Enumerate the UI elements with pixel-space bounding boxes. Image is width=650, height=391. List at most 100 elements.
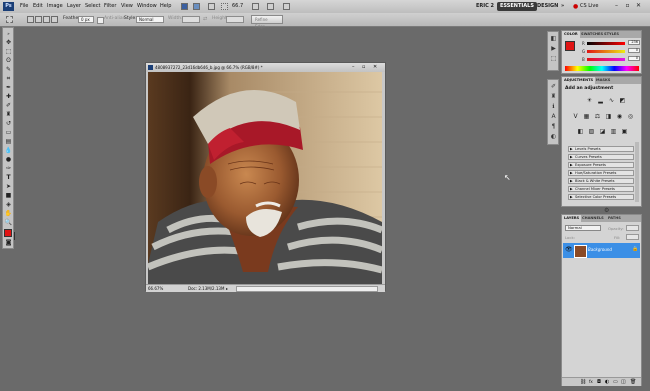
swap-dimensions-icon[interactable]: ⇄ xyxy=(203,17,208,22)
zoom-percentage[interactable]: 66.67% xyxy=(148,285,163,292)
channel-g-value[interactable]: 0 xyxy=(628,48,640,53)
photo-filter-icon[interactable]: ◉ xyxy=(616,113,623,120)
channel-r-slider[interactable] xyxy=(587,42,625,45)
info-panel-icon[interactable]: ℹ xyxy=(550,103,557,110)
menu-layer[interactable]: Layer xyxy=(67,3,81,9)
marquee-tool-preset-icon[interactable] xyxy=(6,16,13,23)
tab-layers[interactable]: LAYERS xyxy=(562,215,582,222)
move-tool-icon[interactable]: ✥ xyxy=(4,39,13,47)
layer-visibility-eye-icon[interactable]: 👁 xyxy=(565,246,573,253)
tab-masks[interactable]: MASKS xyxy=(594,77,612,84)
fx-icon[interactable]: fx xyxy=(589,379,593,384)
brush-tool-icon[interactable]: ✐ xyxy=(4,102,13,110)
adjustment-icon[interactable]: ◐ xyxy=(605,379,609,385)
height-input[interactable] xyxy=(226,16,244,23)
history-brush-tool-icon[interactable]: ↺ xyxy=(4,120,13,128)
type-tool-icon[interactable]: T xyxy=(4,174,13,182)
navigator-panel-icon[interactable]: ⬚ xyxy=(550,55,557,62)
layer-name[interactable]: Background xyxy=(588,247,612,252)
maximize-button[interactable]: ▫ xyxy=(623,2,632,10)
document-titlebar[interactable]: 4808937272_23d16db646_b.jpg @ 66.7% (RGB… xyxy=(146,63,385,72)
document-size-info[interactable]: Doc: 2.13M/2.13M xyxy=(188,285,224,292)
menu-select[interactable]: Select xyxy=(85,3,100,9)
status-menu-arrow-icon[interactable]: ▸ xyxy=(226,285,228,292)
eraser-tool-icon[interactable]: ▭ xyxy=(4,129,13,137)
preset-hue-saturation[interactable]: ▶ Hue/Saturation Presets xyxy=(568,170,634,176)
intersect-selection-icon[interactable] xyxy=(51,16,58,23)
workspace-essentials[interactable]: ESSENTIALS xyxy=(497,2,537,11)
trash-icon[interactable]: 🗑 xyxy=(630,379,636,385)
new-layer-icon[interactable]: ◫ xyxy=(621,379,626,385)
doc-minimize-button[interactable]: – xyxy=(352,63,355,72)
marquee-tool-icon[interactable]: ⬚ xyxy=(4,48,13,56)
quick-mask-icon[interactable]: ◙ xyxy=(4,239,13,247)
healing-brush-tool-icon[interactable]: ✚ xyxy=(4,93,13,101)
arrange-documents-icon[interactable] xyxy=(267,3,274,10)
width-input[interactable] xyxy=(182,16,200,23)
color-balance-icon[interactable]: ⚖ xyxy=(594,113,601,120)
antialias-checkbox[interactable] xyxy=(97,17,104,24)
view-extras-icon[interactable] xyxy=(208,3,215,10)
cslive-label[interactable]: CS Live xyxy=(580,3,598,9)
vibrance-icon[interactable]: V xyxy=(572,113,579,120)
adjustment-options-icon[interactable]: ⚙ xyxy=(604,207,609,214)
style-select[interactable]: Normal xyxy=(136,16,164,23)
presets-scrollbar[interactable] xyxy=(635,142,639,202)
dodge-tool-icon[interactable]: ● xyxy=(4,156,13,164)
color-foreground-swatch[interactable] xyxy=(565,41,575,51)
subtract-selection-icon[interactable] xyxy=(43,16,50,23)
doc-close-button[interactable]: ✕ xyxy=(373,63,377,72)
color-spectrum-bar[interactable] xyxy=(565,66,639,71)
actions-panel-icon[interactable]: ▶ xyxy=(550,45,557,52)
photo-canvas[interactable] xyxy=(148,72,382,285)
preset-levels[interactable]: ▶ Levels Presets xyxy=(568,146,634,152)
link-icon[interactable]: ⛓ xyxy=(580,379,586,385)
collapse-tools-icon[interactable]: » xyxy=(4,30,13,38)
preset-selective-color[interactable]: ▶ Selective Color Presets xyxy=(568,194,634,200)
folder-icon[interactable]: ▭ xyxy=(613,379,618,385)
zoom-level-value[interactable]: 66.7 xyxy=(232,3,243,9)
channel-mixer-icon[interactable]: ◎ xyxy=(627,113,634,120)
channel-r-value[interactable]: 236 xyxy=(628,40,640,45)
preset-exposure[interactable]: ▶ Exposure Presets xyxy=(568,162,634,168)
character-panel-icon[interactable]: A xyxy=(550,113,557,120)
channel-b-slider[interactable] xyxy=(587,58,625,61)
menu-image[interactable]: Image xyxy=(47,3,63,9)
invert-icon[interactable]: ◧ xyxy=(577,128,584,135)
threshold-icon[interactable]: ◪ xyxy=(599,128,606,135)
tab-channels[interactable]: CHANNELS xyxy=(580,215,606,222)
more-workspaces-icon[interactable]: » xyxy=(558,2,567,11)
bridge-icon[interactable] xyxy=(181,3,188,10)
screen-mode-icon[interactable] xyxy=(283,3,290,10)
pen-tool-icon[interactable]: ✑ xyxy=(4,165,13,173)
tab-styles[interactable]: STYLES xyxy=(602,31,621,38)
tab-paths[interactable]: PATHS xyxy=(606,215,623,222)
gradient-tool-icon[interactable]: ▤ xyxy=(4,138,13,146)
hue-saturation-icon[interactable]: ▦ xyxy=(583,113,590,120)
levels-icon[interactable]: ▂ xyxy=(597,97,604,104)
doc-maximize-button[interactable]: ▫ xyxy=(362,63,365,72)
blur-tool-icon[interactable]: 💧 xyxy=(4,147,13,155)
hand-tool-icon[interactable] xyxy=(252,3,259,10)
menu-filter[interactable]: Filter xyxy=(104,3,116,9)
channel-g-slider[interactable] xyxy=(587,50,625,53)
minimize-button[interactable]: – xyxy=(612,2,621,10)
menu-file[interactable]: File xyxy=(20,3,28,9)
refine-edge-button[interactable]: Refine Edge... xyxy=(251,15,283,29)
new-selection-icon[interactable] xyxy=(27,16,34,23)
cslive-icon[interactable]: ● xyxy=(573,3,578,10)
channel-b-value[interactable]: 0 xyxy=(628,56,640,61)
hand-tool-icon[interactable]: ✋ xyxy=(4,210,13,218)
tab-color[interactable]: COLOR xyxy=(562,31,580,38)
selective-color-icon[interactable]: ▣ xyxy=(621,128,628,135)
horizontal-scrollbar[interactable] xyxy=(236,286,378,292)
eyedropper-tool-icon[interactable]: ✒ xyxy=(4,84,13,92)
black-white-icon[interactable]: ◨ xyxy=(605,113,612,120)
preset-channel-mixer[interactable]: ▶ Channel Mixer Presets xyxy=(568,186,634,192)
add-selection-icon[interactable] xyxy=(35,16,42,23)
clone-stamp-tool-icon[interactable]: ♜ xyxy=(4,111,13,119)
fill-input[interactable] xyxy=(626,234,639,240)
exposure-icon[interactable]: ◩ xyxy=(619,97,626,104)
menu-help[interactable]: Help xyxy=(160,3,171,9)
3d-rotate-tool-icon[interactable]: ◈ xyxy=(4,201,13,209)
